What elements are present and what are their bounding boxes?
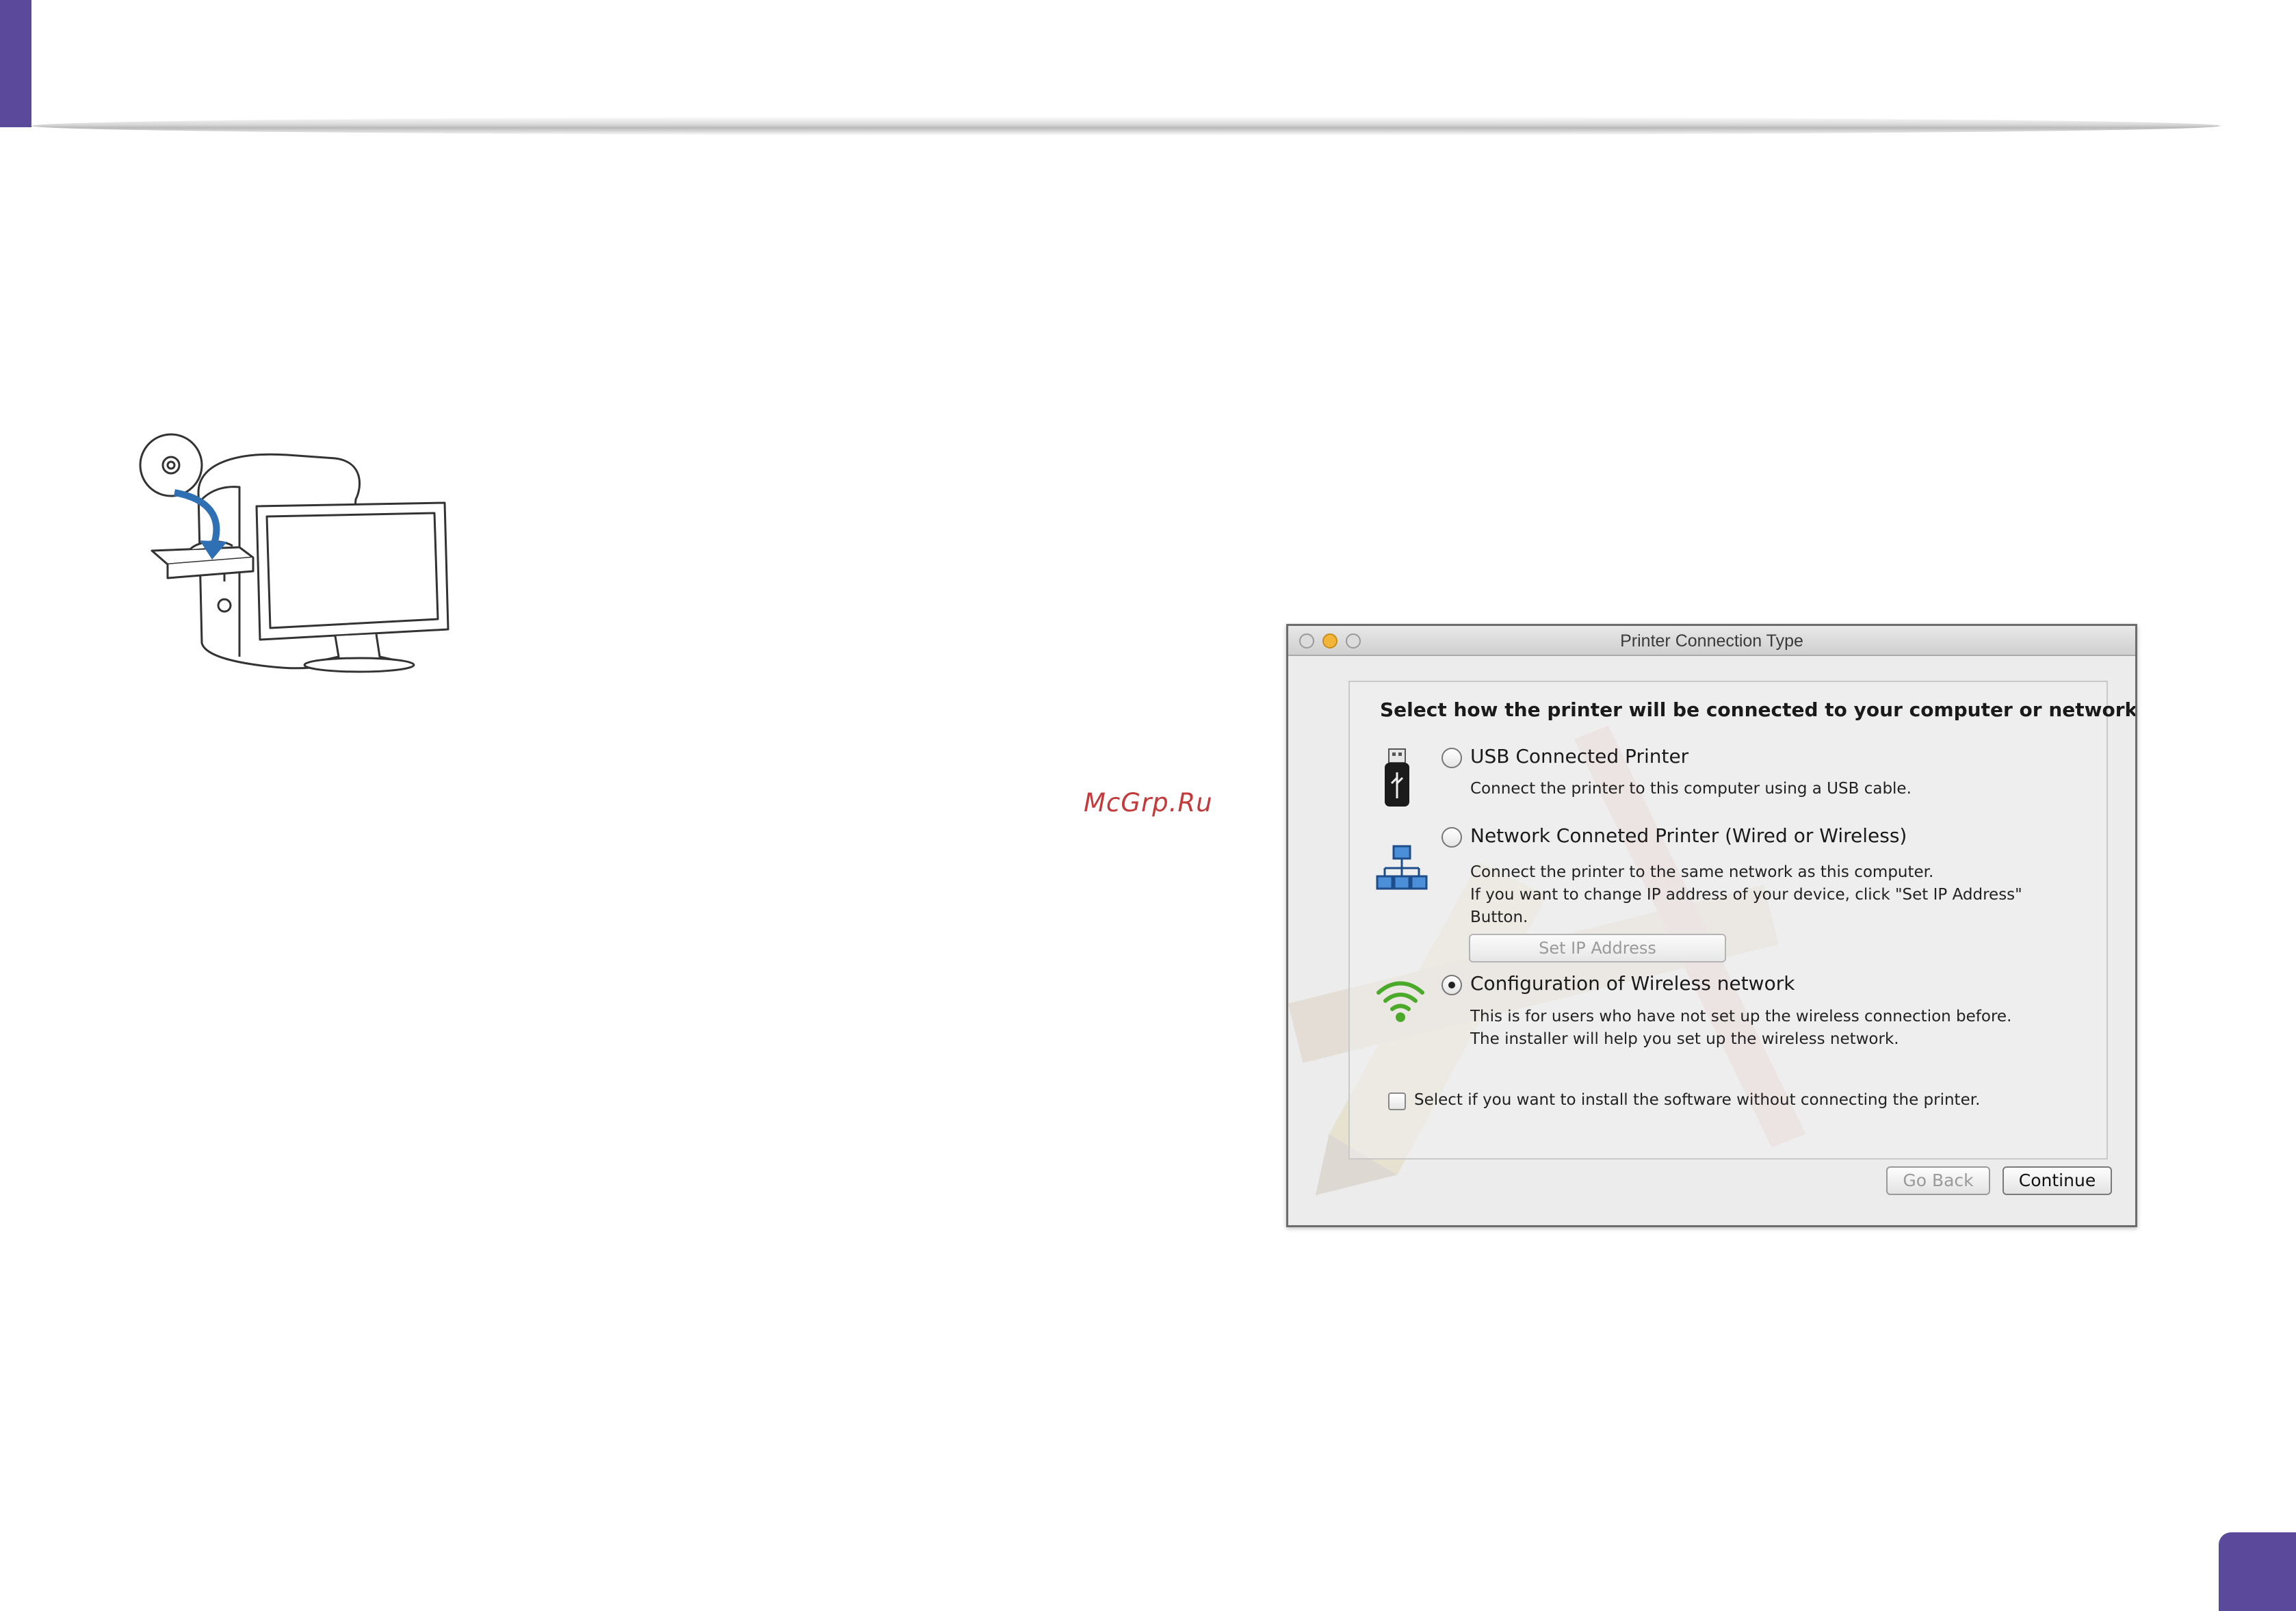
usb-option-desc: Connect the printer to this computer usi… (1470, 780, 1912, 798)
page-number-tab (2219, 1532, 2296, 1611)
window-title: Printer Connection Type (1620, 631, 1803, 651)
wireless-option-desc-1: This is for users who have not set up th… (1470, 1008, 2012, 1025)
network-option-desc-1: Connect the printer to the same network … (1470, 863, 1934, 881)
corner-accent-tab (0, 0, 31, 127)
install-without-printer-label: Select if you want to install the softwa… (1414, 1091, 1981, 1109)
wireless-config-radio[interactable] (1441, 975, 1462, 995)
network-option-label: Network Conneted Printer (Wired or Wirel… (1470, 824, 1907, 847)
computer-cd-install-icon (139, 433, 449, 673)
window-titlebar: Printer Connection Type (1288, 626, 2135, 656)
usb-icon (1385, 748, 1409, 807)
wireless-option-desc-2: The installer will help you set up the w… (1470, 1030, 1899, 1048)
usb-option-label: USB Connected Printer (1470, 745, 1689, 768)
continue-button[interactable]: Continue (2003, 1166, 2112, 1195)
network-icon (1376, 845, 1428, 890)
wifi-icon (1377, 981, 1424, 1022)
usb-connected-radio[interactable] (1441, 748, 1462, 768)
connection-heading: Select how the printer will be connected… (1380, 698, 2137, 721)
watermark: McGrp.Ru (1084, 788, 1213, 817)
install-without-printer-checkbox[interactable] (1388, 1092, 1406, 1110)
go-back-button[interactable]: Go Back (1886, 1166, 1990, 1195)
set-ip-address-button[interactable]: Set IP Address (1469, 934, 1726, 962)
network-connected-radio[interactable] (1441, 827, 1462, 848)
network-option-desc-2: If you want to change IP address of your… (1470, 886, 2022, 904)
header-rule (31, 116, 2221, 135)
printer-connection-window: Printer Connection Type Select how the p… (1286, 624, 2137, 1227)
connection-options-panel: Select how the printer will be connected… (1348, 681, 2135, 1160)
wireless-option-label: Configuration of Wireless network (1470, 972, 1795, 995)
network-option-desc-3: Button. (1470, 908, 1528, 926)
